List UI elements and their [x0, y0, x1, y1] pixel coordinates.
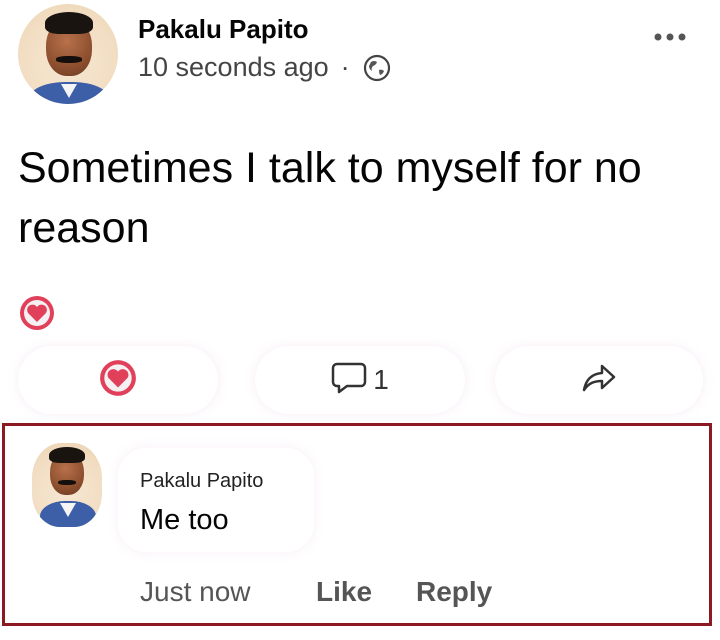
post-card: Pakalu Papito 10 seconds ago · Sometimes… [0, 0, 720, 640]
avatar-hair [45, 12, 93, 34]
comment-reply-button[interactable]: Reply [416, 576, 492, 608]
heart-icon [98, 358, 138, 403]
avatar-collar [61, 84, 77, 98]
share-button[interactable] [495, 346, 703, 414]
post-timestamp[interactable]: 10 seconds ago [138, 52, 329, 83]
share-icon [581, 362, 617, 399]
avatar-hair [49, 447, 85, 463]
comment-timestamp[interactable]: Just now [140, 576, 251, 608]
heart-reaction-icon[interactable] [18, 294, 56, 332]
meta-separator: · [340, 52, 350, 82]
post-meta: 10 seconds ago · [138, 52, 392, 83]
comment-like-button[interactable]: Like [316, 576, 372, 608]
avatar-mustache [56, 56, 82, 63]
avatar-mustache [58, 480, 76, 485]
avatar-collar [60, 503, 76, 517]
globe-icon[interactable] [362, 53, 392, 83]
comment-author-name[interactable]: Pakalu Papito [140, 470, 263, 493]
comment-button[interactable]: 1 [255, 346, 465, 414]
more-options-icon[interactable] [650, 30, 690, 42]
like-button[interactable] [18, 346, 218, 414]
post-author-name[interactable]: Pakalu Papito [138, 14, 309, 45]
post-text: Sometimes I talk to myself for no reason [18, 144, 642, 252]
comment-count: 1 [373, 364, 389, 395]
author-avatar[interactable] [18, 4, 118, 104]
comment-text: Me too [140, 504, 229, 536]
comment-icon [331, 361, 367, 400]
comment-author-avatar[interactable] [32, 443, 102, 527]
